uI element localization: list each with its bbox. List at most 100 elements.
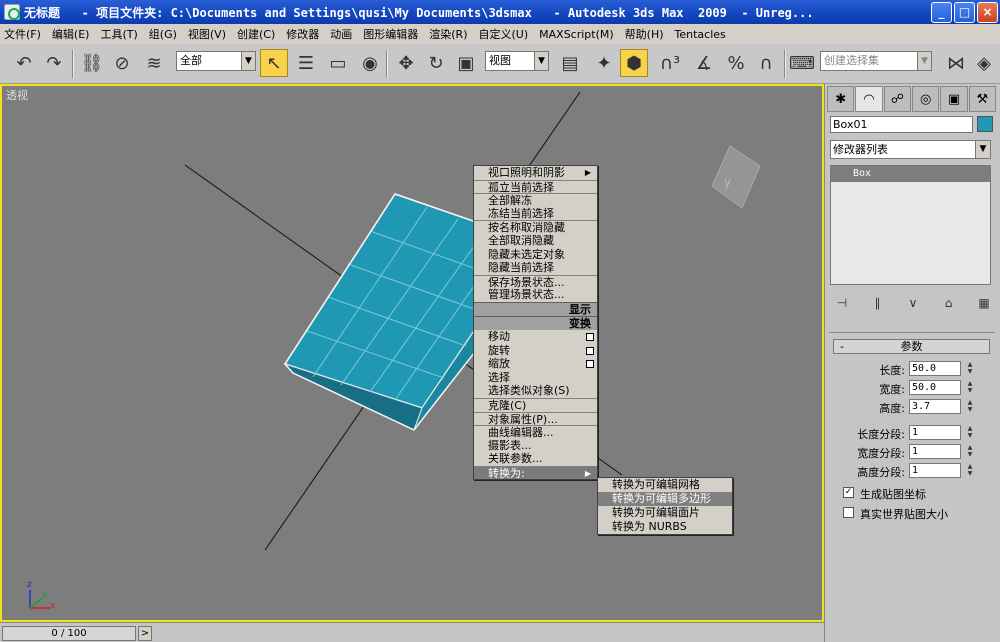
menu-rendering[interactable]: 渲染(R) [429,26,467,42]
menu-edit[interactable]: 编辑(E) [52,26,90,42]
spinner-arrows-icon[interactable]: ▲ ▼ [965,361,975,376]
window-crossing-icon[interactable]: ◉ [356,49,384,77]
reference-coordinate-dropdown[interactable]: 视图 ▼ [485,51,549,71]
spinner-arrows-icon[interactable]: ▲ ▼ [965,463,975,478]
select-object-icon[interactable]: ↖ [260,49,288,77]
length-segs-spinner[interactable]: 1 [909,425,961,440]
select-and-manipulate-icon[interactable]: ✦ [590,49,618,77]
generate-mapping-checkbox[interactable]: ✓ 生成贴图坐标 [843,485,993,501]
menu-views[interactable]: 视图(V) [188,26,226,42]
menu-file[interactable]: 文件(F) [4,26,41,42]
menu-item-dope-sheet[interactable]: 摄影表... [474,439,597,453]
select-and-scale-icon[interactable]: ▣ [452,49,480,77]
keyboard-shortcut-override-icon[interactable]: ⬢ [620,49,648,77]
time-slider[interactable]: 0 / 100 [2,626,136,641]
length-spinner[interactable]: 50.0 [909,361,961,376]
utilities-tab-icon[interactable]: ⚒ [968,86,996,112]
align-icon[interactable]: ◈ [970,49,998,77]
modifier-list-dropdown[interactable]: 修改器列表 ▼ [830,140,991,159]
menu-item-unhide-all[interactable]: 全部取消隐藏 [474,234,597,248]
create-tab-icon[interactable]: ✱ [827,86,855,112]
minimize-button[interactable]: _ [931,1,952,23]
settings-box-icon[interactable] [586,346,594,355]
menu-item-scale[interactable]: 缩放 [474,357,597,371]
edit-named-selection-icon[interactable]: ⌨ [788,49,816,77]
menu-item-convert-editable-mesh[interactable]: 转换为可编辑网格 [598,478,732,492]
menu-customize[interactable]: 自定义(U) [479,26,529,42]
redo-icon[interactable]: ↷ [40,49,68,77]
menu-item-move[interactable]: 移动 [474,330,597,344]
menu-item-save-scene-state[interactable]: 保存场景状态... [474,274,597,289]
snaps-toggle-icon[interactable]: ∩³ [656,49,684,77]
menu-graph-editors[interactable]: 图形编辑器 [363,26,418,42]
select-by-name-icon[interactable]: ☰ [292,49,320,77]
menu-item-unfreeze-all[interactable]: 全部解冻 [474,193,597,207]
menu-item-object-properties[interactable]: 对象属性(P)... [474,411,597,426]
menu-item-isolate-selection[interactable]: 孤立当前选择 [474,179,597,194]
menu-item-rotate[interactable]: 旋转 [474,344,597,358]
undo-icon[interactable]: ↶ [10,49,38,77]
menu-item-select[interactable]: 选择 [474,371,597,385]
spinner-arrows-icon[interactable]: ▲ ▼ [965,444,975,459]
rectangular-selection-icon[interactable]: ▭ [324,49,352,77]
spinner-arrows-icon[interactable]: ▲ ▼ [965,425,975,440]
spinner-snap-icon[interactable]: ∩ [752,49,780,77]
menu-item-unhide-by-name[interactable]: 按名称取消隐藏 [474,220,597,234]
named-selection-dropdown[interactable]: 创建选择集 ▼ [820,51,932,71]
settings-box-icon[interactable] [586,360,594,369]
remove-modifier-icon[interactable]: ⌂ [940,296,958,310]
menu-item-clone[interactable]: 克隆(C) [474,397,597,412]
menu-item-hide-selection[interactable]: 隐藏当前选择 [474,261,597,275]
unlink-icon[interactable]: ⊘ [108,49,136,77]
show-end-result-icon[interactable]: ∥ [869,296,887,310]
menu-item-manage-scene-states[interactable]: 管理场景状态... [474,288,597,302]
perspective-viewport[interactable]: 透视 y x y z [0,84,824,622]
menu-item-convert-editable-patch[interactable]: 转换为可编辑面片 [598,506,732,520]
3dsmax-app-icon[interactable] [4,4,20,20]
next-frame-button[interactable]: > [138,626,152,641]
menu-tools[interactable]: 工具(T) [100,26,137,42]
selection-filter-dropdown[interactable]: 全部 ▼ [176,51,256,71]
width-spinner[interactable]: 50.0 [909,380,961,395]
motion-tab-icon[interactable]: ◎ [911,86,940,112]
spinner-arrows-icon[interactable]: ▲ ▼ [965,399,975,414]
close-button[interactable]: × [977,1,998,23]
real-world-map-size-checkbox[interactable]: 真实世界贴图大小 [843,505,993,521]
menu-item-hide-unselected[interactable]: 隐藏未选定对象 [474,248,597,262]
mirror-icon[interactable]: ⋈ [942,49,970,77]
menu-maxscript[interactable]: MAXScript(M) [539,28,614,41]
modify-tab-icon[interactable]: ◠ [855,86,883,112]
angle-snap-icon[interactable]: ∡ [690,49,718,77]
menu-tentacles[interactable]: Tentacles [675,28,726,41]
menu-item-convert-to[interactable]: 转换为: ▶ [474,465,597,480]
make-unique-icon[interactable]: ∨ [904,296,922,310]
menu-help[interactable]: 帮助(H) [625,26,664,42]
width-segs-spinner[interactable]: 1 [909,444,961,459]
select-and-link-icon[interactable]: ⛓ [78,49,106,77]
menu-item-viewport-lighting[interactable]: 视口照明和阴影 ▶ [474,166,597,180]
spinner-arrows-icon[interactable]: ▲ ▼ [965,380,975,395]
pin-stack-icon[interactable]: ⊣ [833,296,851,310]
height-spinner[interactable]: 3.7 [909,399,961,414]
menu-item-wire-parameters[interactable]: 关联参数... [474,452,597,466]
menu-create[interactable]: 创建(C) [237,26,275,42]
menu-modifiers[interactable]: 修改器 [286,26,319,42]
menu-group[interactable]: 组(G) [149,26,177,42]
menu-item-select-similar[interactable]: 选择类似对象(S) [474,384,597,398]
object-name-field[interactable]: Box01 [830,116,973,133]
object-color-swatch[interactable] [977,116,993,132]
select-and-rotate-icon[interactable]: ↻ [422,49,450,77]
display-tab-icon[interactable]: ▣ [940,86,968,112]
menu-animation[interactable]: 动画 [330,26,352,42]
hierarchy-tab-icon[interactable]: ☍ [883,86,911,112]
stack-item-box[interactable]: Box [831,166,990,182]
maximize-button[interactable]: □ [954,1,975,23]
menu-item-convert-nurbs[interactable]: 转换为 NURBS [598,520,732,534]
viewcube-icon[interactable]: y [711,145,761,209]
height-segs-spinner[interactable]: 1 [909,463,961,478]
configure-modifier-sets-icon[interactable]: ▦ [975,296,993,310]
menu-item-convert-editable-poly[interactable]: 转换为可编辑多边形 [598,492,732,506]
bind-space-warp-icon[interactable]: ≋ [140,49,168,77]
percent-snap-icon[interactable]: % [722,49,750,77]
settings-box-icon[interactable] [586,332,594,341]
